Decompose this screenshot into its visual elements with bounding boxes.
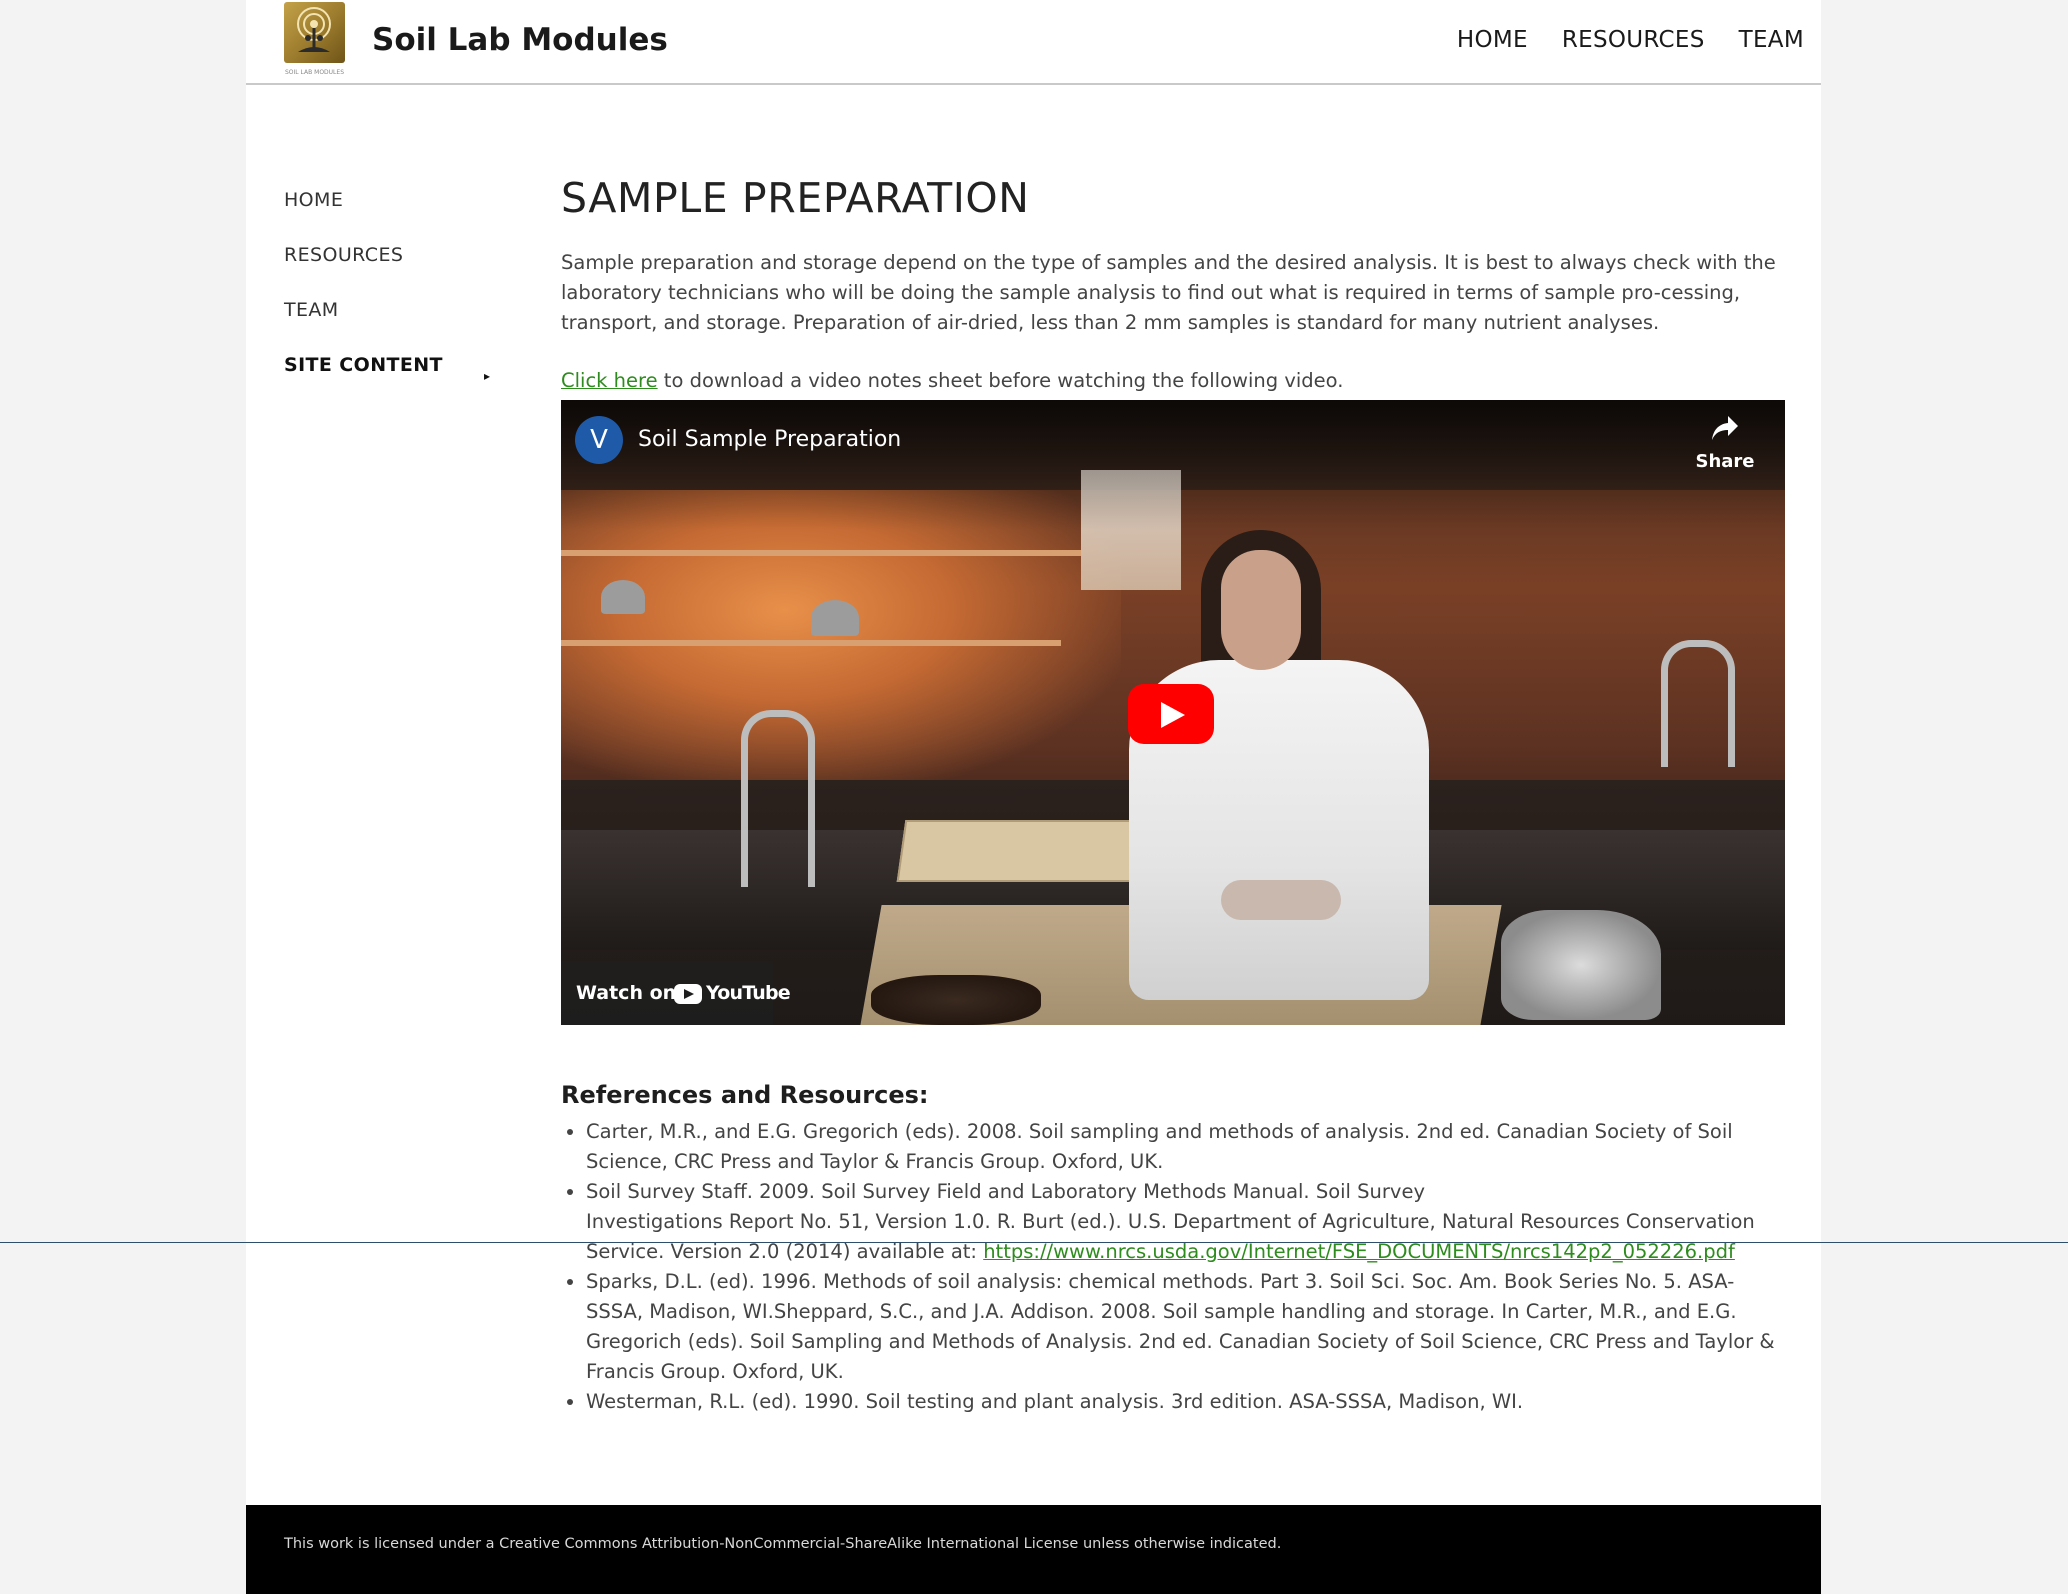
video-scene-hands	[1221, 880, 1341, 920]
top-nav-team[interactable]: TEAM	[1739, 22, 1804, 58]
sidebar-item-team[interactable]: TEAM	[284, 290, 524, 345]
video-scene-soil	[871, 975, 1041, 1025]
video-scene-lamp	[811, 600, 859, 636]
logo-caption: SOIL LAB MODULES	[284, 69, 344, 76]
top-nav-resources[interactable]: RESOURCES	[1562, 22, 1705, 58]
share-button[interactable]: Share	[1695, 414, 1755, 475]
page-container: SOIL LAB MODULES Soil Lab Modules HOME R…	[246, 0, 1821, 1594]
video-scene-shelf	[561, 640, 1061, 646]
watch-on-youtube-button[interactable]: Watch on YouTube	[561, 961, 791, 1025]
reference-item: Soil Survey Staff. 2009. Soil Survey Fie…	[586, 1177, 1791, 1267]
sidebar-item-site-content[interactable]: SITE CONTENT ▸	[284, 345, 524, 400]
video-scene-faucet	[741, 710, 815, 887]
horizontal-rule	[0, 1242, 2068, 1243]
video-title[interactable]: Soil Sample Preparation	[638, 422, 901, 458]
download-text: to download a video notes sheet before w…	[657, 369, 1344, 392]
top-nav-home[interactable]: HOME	[1457, 22, 1528, 58]
reference-item: Sparks, D.L. (ed). 1996. Methods of soil…	[586, 1267, 1791, 1387]
video-scene-foil	[1501, 910, 1661, 1020]
sidebar-item-resources[interactable]: RESOURCES	[284, 235, 524, 290]
video-top-shade	[561, 400, 1785, 530]
top-nav: HOME RESOURCES TEAM	[1457, 22, 1804, 58]
video-scene-lamp	[601, 580, 645, 614]
references-heading: References and Resources:	[561, 1081, 929, 1109]
youtube-logo-icon	[674, 984, 702, 1004]
site-footer: This work is licensed under a Creative C…	[246, 1505, 1821, 1594]
video-scene-shelf	[561, 550, 1081, 556]
sidebar-nav: HOME RESOURCES TEAM SITE CONTENT ▸	[284, 180, 524, 400]
site-header: SOIL LAB MODULES Soil Lab Modules HOME R…	[246, 0, 1821, 85]
caret-right-icon[interactable]: ▸	[484, 356, 490, 396]
video-scene-person-face	[1221, 550, 1301, 670]
watch-on-label: Watch on	[576, 982, 677, 1004]
logo-emblem-icon	[297, 7, 331, 52]
play-button[interactable]	[1128, 684, 1214, 744]
reference-item: Westerman, R.L. (ed). 1990. Soil testing…	[586, 1387, 1791, 1417]
license-text: This work is licensed under a Creative C…	[284, 1536, 1282, 1552]
page-title: SAMPLE PREPARATION	[561, 174, 1030, 222]
main-content: SAMPLE PREPARATION Sample preparation an…	[561, 168, 1791, 1413]
site-logo[interactable]	[284, 2, 345, 63]
references-section: References and Resources: Carter, M.R., …	[561, 1077, 1791, 1417]
sidebar-item-home[interactable]: HOME	[284, 180, 524, 235]
nrcs-pdf-link[interactable]: https://www.nrcs.usda.gov/Internet/FSE_D…	[983, 1240, 1735, 1263]
site-title[interactable]: Soil Lab Modules	[372, 18, 668, 62]
reference-item: Carter, M.R., and E.G. Gregorich (eds). …	[586, 1117, 1791, 1177]
video-scene-faucet	[1661, 640, 1735, 767]
youtube-label: YouTube	[706, 982, 791, 1004]
download-line: Click here to download a video notes she…	[561, 366, 1791, 396]
play-icon	[1161, 702, 1185, 728]
sidebar-item-label: SITE CONTENT	[284, 354, 443, 376]
references-list: Carter, M.R., and E.G. Gregorich (eds). …	[561, 1117, 1791, 1417]
intro-paragraph: Sample preparation and storage depend on…	[561, 251, 1776, 334]
download-notes-link[interactable]: Click here	[561, 369, 658, 392]
video-embed[interactable]: V Soil Sample Preparation Share Watch on…	[561, 400, 1785, 1025]
channel-avatar[interactable]: V	[575, 416, 623, 464]
share-label: Share	[1695, 451, 1755, 472]
share-icon	[1695, 414, 1755, 449]
reference-text: Soil Survey Staff. 2009. Soil Survey Fie…	[586, 1180, 1426, 1203]
